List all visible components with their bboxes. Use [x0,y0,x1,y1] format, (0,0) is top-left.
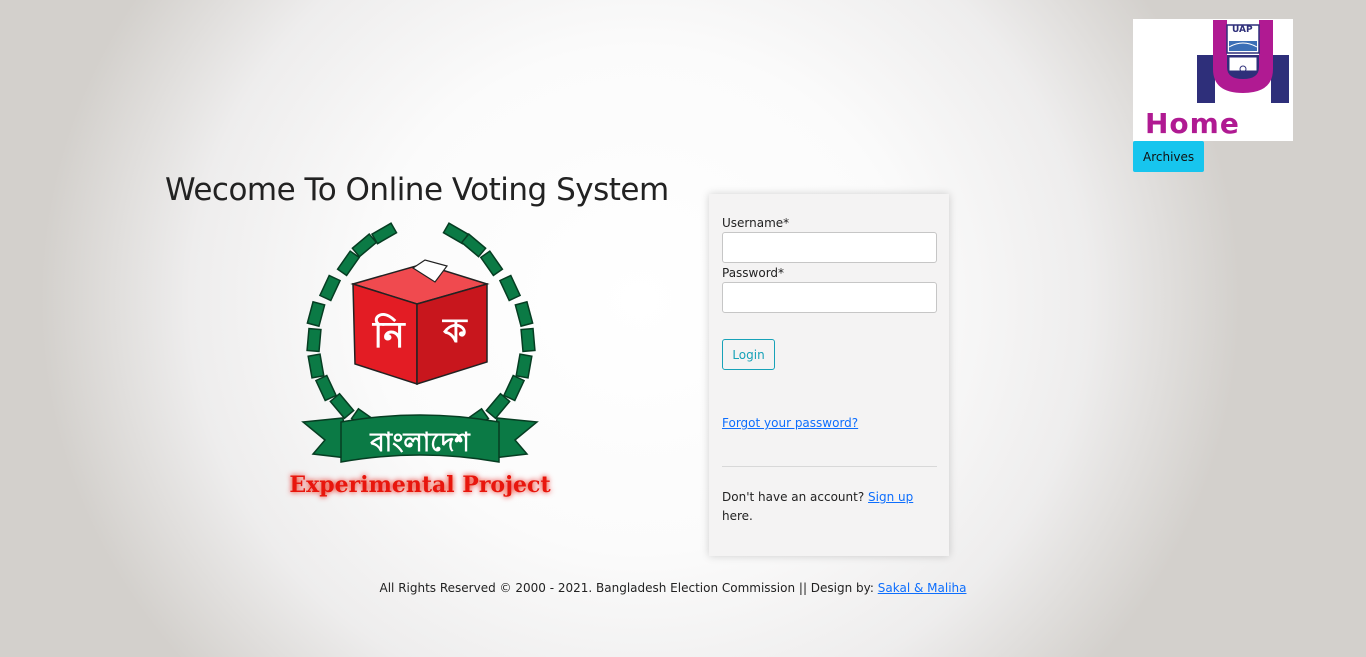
ballot-box-letter-right: ক [442,311,468,351]
designer-link[interactable]: Sakal & Maliha [878,581,967,595]
footer: All Rights Reserved © 2000 - 2021. Bangl… [0,581,1346,595]
emblem-caption: Experimental Project [289,472,551,498]
archives-button[interactable]: Archives [1133,141,1205,172]
ballot-box-letter-left: নি [371,313,406,356]
forgot-password-link[interactable]: Forgot your password? [722,416,858,430]
password-input[interactable] [722,282,937,313]
divider [722,466,937,467]
uap-seal-icon [1197,20,1289,103]
signup-suffix: here. [722,509,753,523]
emblem-bangla-text: বাংলাদেশ [370,428,470,458]
signup-text: Don't have an account? Sign up here. [722,488,937,526]
login-button[interactable]: Login [722,339,775,370]
username-input[interactable] [722,232,937,263]
home-logo-link[interactable]: UAP Home [1133,19,1293,141]
signup-prefix: Don't have an account? [722,490,865,504]
page-title: Wecome To Online Voting System [165,172,669,208]
login-card: Username* Password* Login Forgot your pa… [709,194,949,556]
footer-copyright: All Rights Reserved © 2000 - 2021. Bangl… [379,581,874,595]
password-label: Password* [722,266,785,280]
username-label: Username* [722,216,790,230]
election-commission-logo: নি ক Experimental Project বাংলাদেশ [255,222,585,507]
home-logo-text: Home [1145,107,1240,140]
signup-link[interactable]: Sign up [868,490,913,504]
uap-seal-text: UAP [1232,25,1253,35]
